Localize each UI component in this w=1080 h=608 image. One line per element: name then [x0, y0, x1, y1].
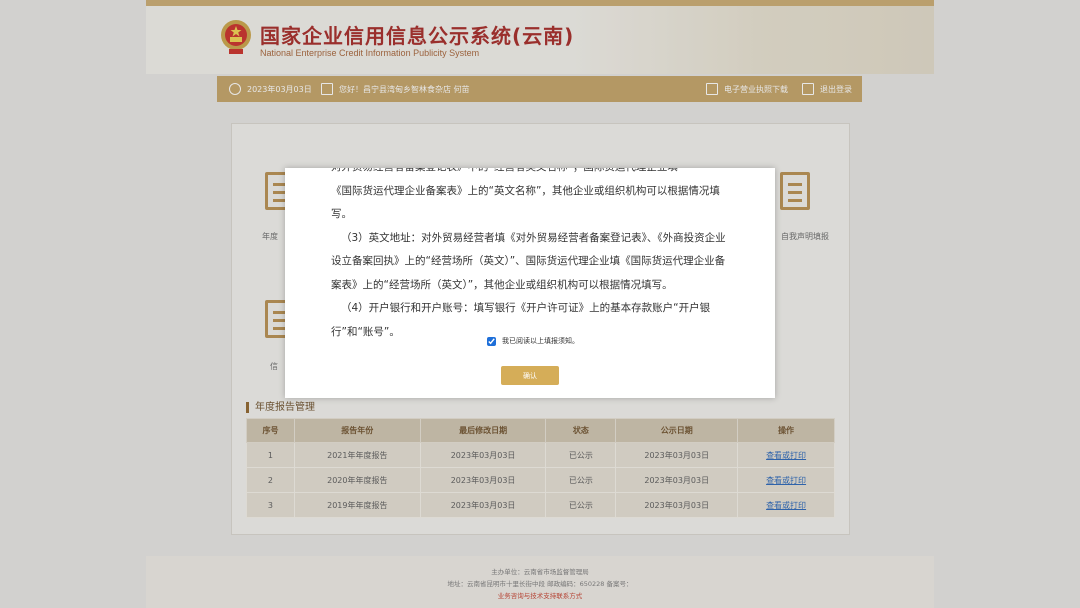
- agree-label[interactable]: 我已阅读以上填报须知。: [502, 336, 579, 346]
- agree-checkbox-row[interactable]: 我已阅读以上填报须知。: [487, 336, 579, 346]
- instruction-paragraph: （3）英文地址：对外贸易经营者填《对外贸易经营者备案登记表》、《外商投资企业设立…: [331, 231, 726, 291]
- instruction-paragraph: 对外贸易经营者备案登记表》中的“经营者英文名称”；国际货运代理企业填: [331, 168, 731, 180]
- instructions-text[interactable]: 对外贸易经营者备案登记表》中的“经营者英文名称”；国际货运代理企业填 《国际货运…: [331, 168, 731, 344]
- instruction-paragraph: 《国际货运代理企业备案表》上的“英文名称”，其他企业或组织机构可以根据情况填写。: [331, 184, 720, 221]
- confirm-button[interactable]: 确认: [501, 366, 559, 385]
- agree-checkbox[interactable]: [487, 336, 496, 346]
- filing-instructions-modal: 对外贸易经营者备案登记表》中的“经营者英文名称”；国际货运代理企业填 《国际货运…: [285, 168, 775, 398]
